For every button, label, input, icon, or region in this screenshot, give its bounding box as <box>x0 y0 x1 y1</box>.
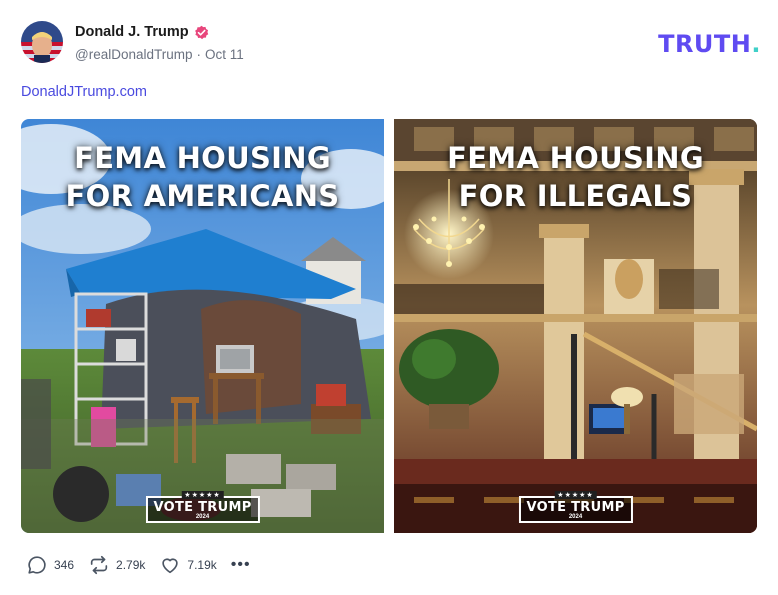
post-actions: 346 2.79k 7.19k ••• <box>26 553 251 577</box>
like-count: 7.19k <box>187 558 217 572</box>
post-link[interactable]: DonaldJTrump.com <box>21 84 147 100</box>
heart-icon <box>162 558 179 574</box>
author-display-name[interactable]: Donald J. Trump <box>75 24 189 40</box>
badge-stars-left: ★★★★★ <box>181 491 224 499</box>
media-image-right[interactable]: FEMA HOUSING FOR ILLEGALS ★★★★★ VOTE TRU… <box>394 119 757 533</box>
retruth-count: 2.79k <box>116 558 146 572</box>
reply-count: 346 <box>54 558 75 572</box>
retruth-button[interactable]: 2.79k <box>88 554 145 576</box>
post-header: Donald J. Trump @realDonaldTrump · Oct 1… <box>21 21 761 65</box>
verified-badge-icon <box>194 25 208 39</box>
headline-left-line-2: FOR AMERICANS <box>65 179 340 213</box>
author-meta: @realDonaldTrump · Oct 11 <box>75 47 244 62</box>
post-date[interactable]: Oct 11 <box>205 47 244 62</box>
author-name-row: Donald J. Trump <box>75 24 209 40</box>
vote-trump-badge-left: ★★★★★ VOTE TRUMP 2024 <box>145 491 260 523</box>
post-media[interactable]: FEMA HOUSING FOR AMERICANS ★★★★★ VOTE TR… <box>21 119 757 533</box>
more-options-icon[interactable]: ••• <box>231 557 251 573</box>
brand-dot: . <box>751 30 761 58</box>
meta-separator: · <box>196 47 202 62</box>
headline-left-line-1: FEMA HOUSING <box>74 141 331 175</box>
media-image-left[interactable]: FEMA HOUSING FOR AMERICANS ★★★★★ VOTE TR… <box>21 119 384 533</box>
headline-right-line-2: FOR ILLEGALS <box>458 179 693 213</box>
reply-button[interactable]: 346 <box>26 554 74 576</box>
badge-text-right: VOTE TRUMP <box>526 500 625 515</box>
badge-text-left: VOTE TRUMP <box>153 500 252 515</box>
headline-left: FEMA HOUSING FOR AMERICANS <box>21 139 384 215</box>
badge-stars-right: ★★★★★ <box>554 491 597 499</box>
like-button[interactable]: 7.19k <box>159 554 217 576</box>
author-handle[interactable]: @realDonaldTrump <box>75 47 193 62</box>
brand-text: TRUTH <box>658 30 752 58</box>
headline-right: FEMA HOUSING FOR ILLEGALS <box>394 139 757 215</box>
truth-logo[interactable]: TRUTH. <box>658 30 761 58</box>
headline-right-line-1: FEMA HOUSING <box>447 141 704 175</box>
vote-trump-badge-right: ★★★★★ VOTE TRUMP 2024 <box>518 491 633 523</box>
reply-icon <box>28 556 46 574</box>
retruth-icon <box>90 555 108 575</box>
avatar[interactable] <box>21 21 63 63</box>
